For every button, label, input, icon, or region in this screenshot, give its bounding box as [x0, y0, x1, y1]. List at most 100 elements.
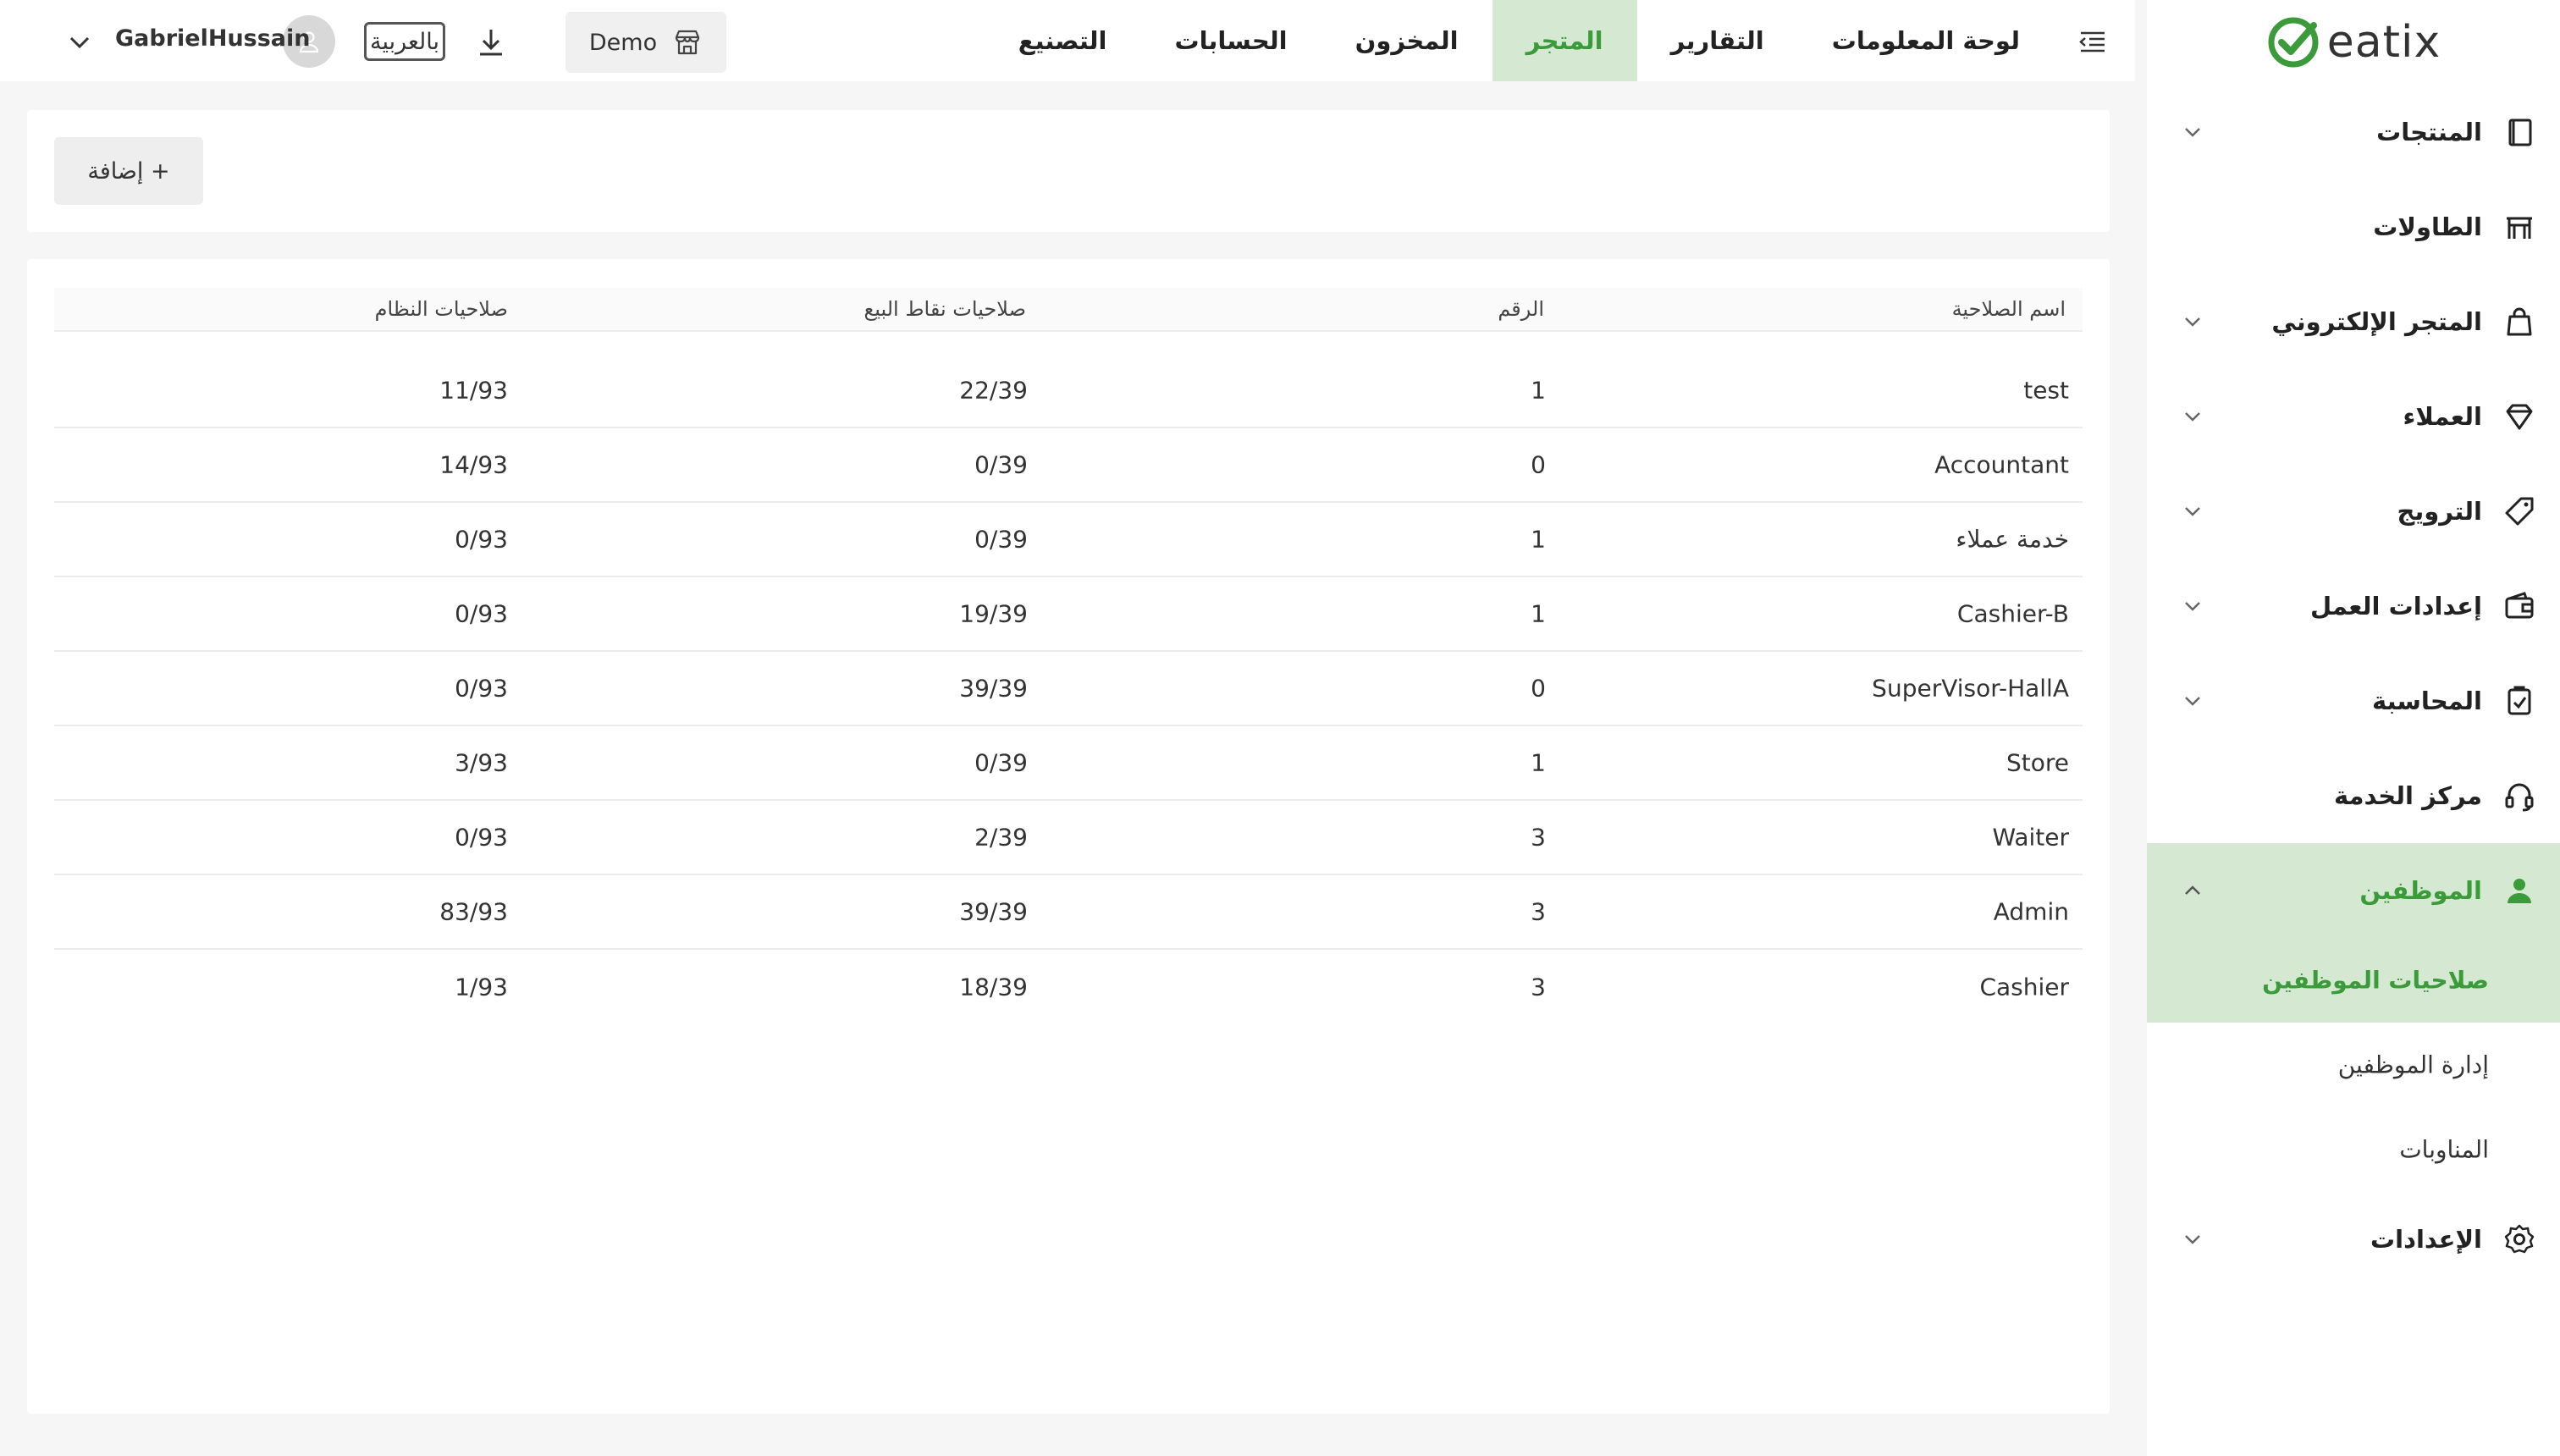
cell-number: 3 [1531, 973, 1546, 1001]
table-row[interactable]: Accountant 0 0/39 14/93 [54, 428, 2083, 503]
cell-permission-name: Waiter [1992, 823, 2069, 852]
logo-check-icon [2268, 17, 2319, 68]
sidebar-item-label: الإعدادات [2370, 1225, 2482, 1254]
cell-pos-permissions: 39/39 [959, 897, 1028, 926]
sidebar-item-label: العملاء [2403, 402, 2483, 431]
cell-system-permissions: 0/93 [455, 599, 508, 628]
cell-pos-permissions: 0/39 [974, 450, 1028, 479]
sidebar-item-label: المنتجات [2376, 118, 2482, 146]
tab-reports[interactable]: التقارير [1637, 0, 1798, 81]
language-switch-button[interactable]: بالعربية [364, 22, 445, 61]
column-header-system-permissions[interactable]: صلاحيات النظام [375, 297, 508, 321]
sidebar-item-business-settings[interactable]: إعدادات العمل [2147, 559, 2560, 654]
book-icon [2508, 119, 2532, 146]
chevron-down-icon[interactable] [2181, 120, 2204, 144]
chevron-down-icon[interactable] [66, 29, 93, 56]
sidebar-item-employees[interactable]: الموظفين [2147, 843, 2560, 938]
cell-number: 3 [1531, 823, 1546, 852]
sidebar-item-customers[interactable]: العملاء [2147, 369, 2560, 464]
cell-pos-permissions: 0/39 [974, 748, 1028, 777]
sidebar-item-service-center[interactable]: مركز الخدمة [2147, 748, 2560, 843]
cell-system-permissions: 0/93 [455, 525, 508, 554]
cell-permission-name: Store [2006, 748, 2069, 777]
cell-number: 1 [1531, 748, 1546, 777]
add-permission-button[interactable]: + إضافة [54, 137, 203, 205]
cell-permission-name: Admin [1993, 897, 2069, 926]
user-icon [2508, 879, 2531, 903]
sidebar-subitem-label: إدارة الموظفين [2337, 1051, 2489, 1079]
sidebar-item-label: الترويج [2397, 497, 2482, 526]
cell-permission-name: Cashier-B [1956, 599, 2069, 628]
sidebar-item-label: مركز الخدمة [2333, 781, 2482, 810]
cell-system-permissions: 0/93 [455, 823, 508, 852]
table-body: test 1 22/39 11/93 Accountant 0 0/39 14/… [54, 354, 2083, 1024]
sidebar-item-label: إعدادات العمل [2309, 592, 2482, 620]
username[interactable]: GabrielHussain [115, 25, 311, 52]
sidebar: eatix المنتجات الطاولات المتجر الإلكترون… [2147, 0, 2560, 1456]
sidebar-item-accounting[interactable]: المحاسبة [2147, 654, 2560, 748]
store-selector-button[interactable]: Demo [566, 12, 726, 73]
gear-icon [2504, 1224, 2535, 1254]
sidebar-item-label: المحاسبة [2371, 687, 2482, 715]
chevron-down-icon[interactable] [2181, 594, 2204, 618]
chevron-up-icon[interactable] [2181, 879, 2204, 902]
main-tabs: لوحة المعلومات التقارير المتجر المخزون ا… [985, 0, 2054, 81]
cell-system-permissions: 1/93 [455, 973, 508, 1001]
sidebar-subitem-employee-management[interactable]: إدارة الموظفين [2147, 1023, 2560, 1107]
table-row[interactable]: Cashier 3 18/39 1/93 [54, 950, 2083, 1024]
wallet-icon [2505, 592, 2534, 619]
tab-accounts[interactable]: الحسابات [1141, 0, 1321, 81]
sidebar-item-estore[interactable]: المتجر الإلكتروني [2147, 274, 2560, 369]
table-row[interactable]: Waiter 3 2/39 0/93 [54, 801, 2083, 875]
cell-system-permissions: 83/93 [439, 897, 508, 926]
sidebar-item-label: المتجر الإلكتروني [2271, 307, 2482, 336]
logo[interactable]: eatix [2147, 10, 2560, 74]
gem-icon [2506, 404, 2533, 430]
sidebar-item-settings[interactable]: الإعدادات [2147, 1192, 2560, 1287]
download-icon[interactable] [474, 25, 508, 59]
chevron-down-icon[interactable] [2181, 499, 2204, 523]
sidebar-subitem-shifts[interactable]: المناوبات [2147, 1107, 2560, 1192]
tab-store[interactable]: المتجر [1492, 0, 1637, 81]
cell-number: 1 [1531, 525, 1546, 554]
table-row[interactable]: Store 1 0/39 3/93 [54, 726, 2083, 801]
cell-number: 1 [1531, 599, 1546, 628]
table-row[interactable]: Admin 3 39/39 83/93 [54, 875, 2083, 950]
chevron-down-icon[interactable] [2181, 1227, 2204, 1251]
chevron-down-icon[interactable] [2181, 689, 2204, 713]
table-row[interactable]: SuperVisor-HallA 0 39/39 0/93 [54, 652, 2083, 726]
sidebar-item-label: الموظفين [2359, 876, 2482, 905]
shopping-bag-icon [2507, 307, 2532, 336]
cell-pos-permissions: 19/39 [959, 599, 1028, 628]
table-row[interactable]: خدمة عملاء 1 0/39 0/93 [54, 503, 2083, 577]
cell-permission-name: Accountant [1934, 450, 2069, 479]
column-header-permission-name[interactable]: اسم الصلاحية [1952, 297, 2066, 321]
sidebar-item-label: الطاولات [2373, 212, 2482, 241]
cell-permission-name: test [2023, 376, 2069, 405]
cell-system-permissions: 3/93 [455, 748, 508, 777]
chevron-down-icon[interactable] [2181, 310, 2204, 334]
table-header: اسم الصلاحية الرقم صلاحيات نقاط البيع صل… [54, 288, 2083, 332]
column-header-pos-permissions[interactable]: صلاحيات نقاط البيع [863, 297, 1026, 321]
cell-pos-permissions: 22/39 [959, 376, 1028, 405]
sidebar-item-products[interactable]: المنتجات [2147, 85, 2560, 179]
permissions-table-card: اسم الصلاحية الرقم صلاحيات نقاط البيع صل… [27, 259, 2110, 1414]
tab-dashboard[interactable]: لوحة المعلومات [1798, 0, 2054, 81]
menu-collapse-icon[interactable] [2076, 25, 2110, 59]
column-header-number[interactable]: الرقم [1498, 297, 1544, 321]
tab-inventory[interactable]: المخزون [1321, 0, 1492, 81]
cell-pos-permissions: 18/39 [959, 973, 1028, 1001]
cell-pos-permissions: 0/39 [974, 525, 1028, 554]
sidebar-subitem-label: المناوبات [2399, 1135, 2489, 1164]
table-row[interactable]: Cashier-B 1 19/39 0/93 [54, 577, 2083, 652]
sidebar-subitem-employee-permissions[interactable]: صلاحيات الموظفين [2147, 938, 2560, 1023]
sidebar-subitem-label: صلاحيات الموظفين [2262, 966, 2489, 995]
sidebar-item-tables[interactable]: الطاولات [2147, 179, 2560, 274]
cell-permission-name: SuperVisor-HallA [1872, 674, 2069, 703]
sidebar-nav: المنتجات الطاولات المتجر الإلكتروني العم… [2147, 85, 2560, 1287]
logo-text: eatix [2326, 17, 2441, 68]
table-row[interactable]: test 1 22/39 11/93 [54, 354, 2083, 428]
chevron-down-icon[interactable] [2181, 405, 2204, 428]
tab-manufacturing[interactable]: التصنيع [985, 0, 1141, 81]
sidebar-item-promotion[interactable]: الترويج [2147, 464, 2560, 559]
